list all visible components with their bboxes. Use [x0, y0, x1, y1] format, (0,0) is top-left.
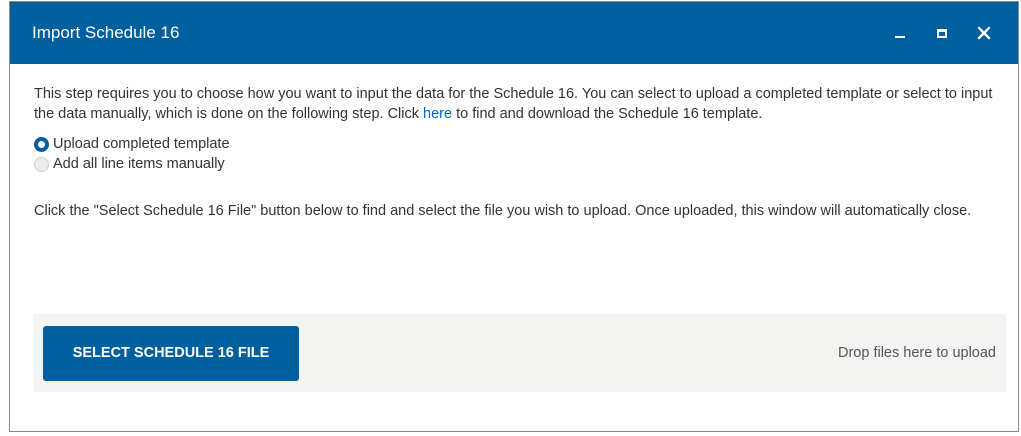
dialog-content: This step requires you to choose how you…: [10, 64, 1018, 221]
import-dialog: Import Schedule 16 This step requires yo…: [9, 1, 1019, 432]
drop-files-text: Drop files here to upload: [838, 345, 996, 361]
window-controls: [879, 18, 1005, 48]
maximize-icon: [937, 28, 947, 38]
input-method-radio-group: Upload completed template Add all line i…: [34, 134, 1004, 174]
select-file-button[interactable]: SELECT SCHEDULE 16 FILE: [43, 325, 299, 381]
dialog-titlebar: Import Schedule 16: [10, 2, 1018, 64]
option-manual-entry-label: Add all line items manually: [53, 156, 225, 172]
minimize-button[interactable]: [879, 18, 921, 48]
maximize-button[interactable]: [921, 18, 963, 48]
minimize-icon: [895, 36, 905, 38]
option-manual-entry[interactable]: Add all line items manually: [34, 154, 1004, 174]
dialog-title: Import Schedule 16: [32, 23, 180, 42]
option-upload-template[interactable]: Upload completed template: [34, 134, 1004, 154]
template-download-link[interactable]: here: [423, 106, 452, 122]
intro-paragraph: This step requires you to choose how you…: [34, 84, 1004, 124]
close-icon: [977, 26, 991, 40]
close-button[interactable]: [963, 18, 1005, 48]
radio-manual-entry[interactable]: [34, 156, 49, 172]
file-drop-zone[interactable]: SELECT SCHEDULE 16 FILE Drop files here …: [33, 314, 1006, 392]
intro-text-after: to find and download the Schedule 16 tem…: [452, 106, 763, 122]
radio-upload-template[interactable]: [34, 136, 49, 152]
option-upload-template-label: Upload completed template: [53, 136, 230, 152]
upload-instruction: Click the "Select Schedule 16 File" butt…: [34, 203, 972, 219]
